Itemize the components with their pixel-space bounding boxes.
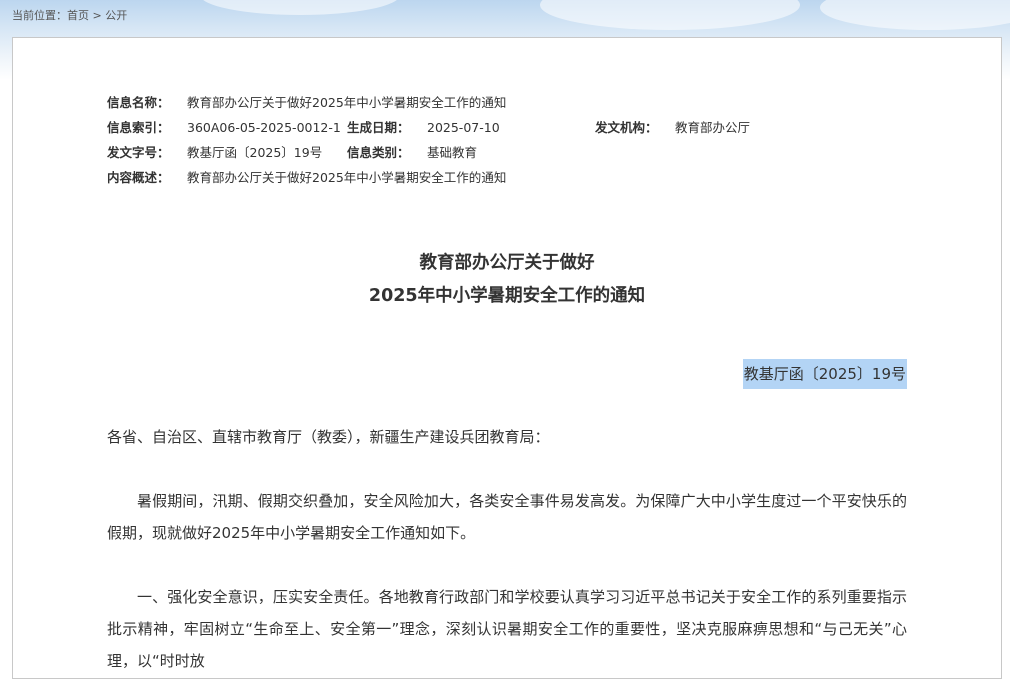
meta-summary-value: 教育部办公厅关于做好2025年中小学暑期安全工作的通知 xyxy=(187,170,507,185)
meta-category-key: 信息类别： xyxy=(347,145,410,160)
breadcrumb: 当前位置：首页 > 公开 xyxy=(12,8,127,24)
meta-name-key: 信息名称： xyxy=(107,95,170,110)
document-paragraph-2: 一、强化安全意识，压实安全责任。各地教育行政部门和学校要认真学习习近平总书记关于… xyxy=(107,588,907,670)
document-title: 教育部办公厅关于做好 2025年中小学暑期安全工作的通知 xyxy=(13,247,1001,313)
meta-org-value: 教育部办公厅 xyxy=(675,120,751,135)
meta-docno-value: 教基厅函〔2025〕19号 xyxy=(187,145,323,160)
meta-date-value: 2025-07-10 xyxy=(427,120,500,135)
document-salutation: 各省、自治区、直辖市教育厅（教委），新疆生产建设兵团教育局： xyxy=(107,428,550,446)
document-number: 教基厅函〔2025〕19号 xyxy=(742,359,907,389)
breadcrumb-separator: > xyxy=(92,9,102,22)
document-paragraph-1: 暑假期间，汛期、假期交织叠加，安全风险加大，各类安全事件易发高发。为保障广大中小… xyxy=(107,492,907,542)
cloud-decoration xyxy=(540,0,800,30)
breadcrumb-home-link[interactable]: 首页 xyxy=(67,9,89,22)
document-title-line2: 2025年中小学暑期安全工作的通知 xyxy=(368,286,646,306)
meta-org-key: 发文机构： xyxy=(595,120,658,135)
meta-category-value: 基础教育 xyxy=(427,145,478,160)
meta-index-key: 信息索引： xyxy=(107,120,170,135)
breadcrumb-current-link[interactable]: 公开 xyxy=(105,9,127,22)
content-panel: 信息名称： 教育部办公厅关于做好2025年中小学暑期安全工作的通知 信息索引： … xyxy=(12,37,1002,679)
cloud-decoration xyxy=(820,0,1010,30)
meta-name-value: 教育部办公厅关于做好2025年中小学暑期安全工作的通知 xyxy=(187,95,507,110)
cloud-decoration xyxy=(200,0,400,15)
breadcrumb-label: 当前位置： xyxy=(12,9,67,22)
meta-date-key: 生成日期： xyxy=(347,120,410,135)
meta-index-value: 360A06-05-2025-0012-1 xyxy=(187,120,341,135)
meta-summary-key: 内容概述： xyxy=(107,170,170,185)
document-title-line1: 教育部办公厅关于做好 xyxy=(419,253,595,273)
meta-docno-key: 发文字号： xyxy=(107,145,170,160)
